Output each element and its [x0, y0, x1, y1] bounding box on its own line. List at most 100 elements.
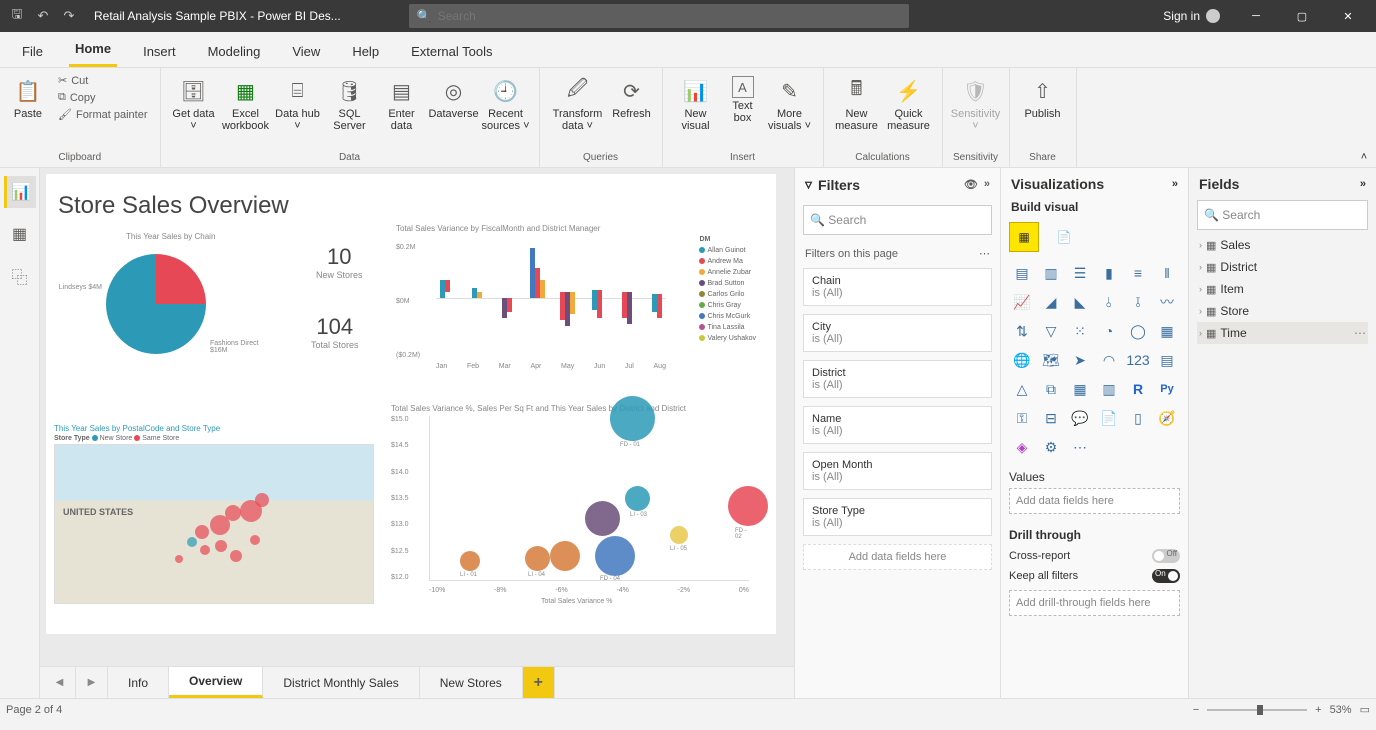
viz-matrix[interactable]: ▥	[1096, 376, 1122, 402]
viz-narrative[interactable]: 📄	[1096, 405, 1122, 431]
viz-filled-map[interactable]: 🗺	[1038, 347, 1064, 373]
publish-button[interactable]: ⇧Publish	[1018, 72, 1068, 120]
viz-multi-card[interactable]: ▤	[1154, 347, 1180, 373]
map-visual[interactable]: This Year Sales by PostalCode and Store …	[54, 424, 374, 604]
filter-district[interactable]: Districtis (All)	[803, 360, 992, 398]
tab-insert[interactable]: Insert	[137, 36, 182, 67]
save-icon[interactable]: 🖫	[8, 7, 26, 25]
viz-powerapps[interactable]: ◈	[1009, 434, 1035, 460]
page-tab-new-stores[interactable]: New Stores	[420, 667, 523, 698]
table-item[interactable]: ›▦Item	[1197, 278, 1368, 300]
viz-line-clustered[interactable]: ⫱	[1125, 289, 1151, 315]
viz-waterfall[interactable]: ⇅	[1009, 318, 1035, 344]
tab-home[interactable]: Home	[69, 33, 117, 67]
fit-page-icon[interactable]: ▭	[1360, 703, 1370, 716]
new-visual-button[interactable]: 📊New visual	[671, 72, 721, 132]
recent-sources-button[interactable]: 🕘Recent sources ˅	[481, 72, 531, 132]
add-page-button[interactable]: +	[523, 667, 555, 698]
minimize-button[interactable]: ─	[1236, 0, 1276, 32]
report-view-button[interactable]: 📊	[4, 176, 36, 208]
viz-scatter[interactable]: ⁙	[1067, 318, 1093, 344]
table-district[interactable]: ›▦District	[1197, 256, 1368, 278]
viz-line-column[interactable]: ⫰	[1096, 289, 1122, 315]
eye-icon[interactable]: 👁	[964, 178, 978, 191]
get-data-button[interactable]: 🗄Get data ˅	[169, 72, 219, 132]
transform-data-button[interactable]: 🖉Transform data ˅	[548, 72, 608, 132]
viz-slicer[interactable]: ⧉	[1038, 376, 1064, 402]
sensitivity-button[interactable]: 🛡Sensitivity˅	[951, 72, 1001, 132]
viz-ribbon[interactable]: 〰	[1154, 289, 1180, 315]
tab-help[interactable]: Help	[346, 36, 385, 67]
viz-funnel[interactable]: ▽	[1038, 318, 1064, 344]
redo-icon[interactable]: ↷	[60, 7, 78, 25]
copy-button[interactable]: ⧉Copy	[54, 89, 152, 106]
filter-city[interactable]: Cityis (All)	[803, 314, 992, 352]
data-hub-button[interactable]: ⌸Data hub ˅	[273, 72, 323, 132]
enter-data-button[interactable]: ▤Enter data	[377, 72, 427, 132]
more-icon[interactable]: ⋯	[979, 247, 990, 260]
refresh-button[interactable]: ⟳Refresh	[610, 72, 654, 120]
viz-gauge[interactable]: ◠	[1096, 347, 1122, 373]
sql-server-button[interactable]: 🛢SQL Server	[325, 72, 375, 132]
format-visual-tab[interactable]: 📄	[1049, 222, 1079, 252]
viz-py[interactable]: Py	[1154, 376, 1180, 402]
tab-modeling[interactable]: Modeling	[202, 36, 267, 67]
viz-automate[interactable]: ⚙	[1038, 434, 1064, 460]
viz-table[interactable]: ▦	[1067, 376, 1093, 402]
page-tab-info[interactable]: Info	[108, 667, 169, 698]
zoom-slider[interactable]	[1207, 709, 1307, 711]
viz-key-influencers[interactable]: ⚿	[1009, 405, 1035, 431]
table-store[interactable]: ›▦Store	[1197, 300, 1368, 322]
filter-chain[interactable]: Chainis (All)	[803, 268, 992, 306]
scatter-chart[interactable]: Total Sales Variance %, Sales Per Sq Ft …	[391, 404, 761, 604]
zoom-out-button[interactable]: −	[1193, 704, 1199, 716]
values-well[interactable]: Add data fields here	[1009, 488, 1180, 514]
viz-decomposition[interactable]: ⊟	[1038, 405, 1064, 431]
table-sales[interactable]: ›▦Sales	[1197, 234, 1368, 256]
viz-paginated[interactable]: ▯	[1125, 405, 1151, 431]
viz-clustered-column[interactable]: ▮	[1096, 260, 1122, 286]
tab-external-tools[interactable]: External Tools	[405, 36, 498, 67]
new-measure-button[interactable]: 🖩New measure	[832, 72, 882, 132]
zoom-in-button[interactable]: +	[1315, 704, 1321, 716]
data-view-button[interactable]: ▦	[4, 218, 36, 250]
drill-through-well[interactable]: Add drill-through fields here	[1009, 590, 1180, 616]
model-view-button[interactable]: ⿻	[4, 260, 36, 292]
text-box-button[interactable]: AText box	[723, 72, 763, 124]
excel-workbook-button[interactable]: ▦Excel workbook	[221, 72, 271, 132]
bar-chart[interactable]: Total Sales Variance by FiscalMonth and …	[396, 224, 756, 374]
fields-search[interactable]: 🔍 Search	[1197, 200, 1368, 230]
collapse-fields-icon[interactable]: »	[1360, 178, 1366, 190]
cut-button[interactable]: ✂Cut	[54, 72, 152, 89]
close-button[interactable]: ✕	[1328, 0, 1368, 32]
keep-filters-toggle[interactable]: On	[1152, 569, 1180, 583]
undo-icon[interactable]: ↶	[34, 7, 52, 25]
viz-pie[interactable]: ◔	[1096, 318, 1122, 344]
page-prev-button[interactable]: ◀	[44, 667, 76, 698]
viz-azure-map[interactable]: ➤	[1067, 347, 1093, 373]
more-visuals-button[interactable]: ✎More visuals ˅	[765, 72, 815, 132]
viz-map[interactable]: 🌐	[1009, 347, 1035, 373]
global-search-input[interactable]	[438, 9, 901, 23]
viz-more[interactable]: ⋯	[1067, 434, 1093, 460]
page-next-button[interactable]: ▶	[76, 667, 108, 698]
viz-stacked-column[interactable]: ▥	[1038, 260, 1064, 286]
quick-measure-button[interactable]: ⚡Quick measure	[884, 72, 934, 132]
build-visual-tab[interactable]: ▦	[1009, 222, 1039, 252]
viz-clustered-bar[interactable]: ☰	[1067, 260, 1093, 286]
format-painter-button[interactable]: 🖌Format painter	[54, 106, 152, 123]
more-icon[interactable]: ⋯	[1354, 326, 1366, 340]
kpi-new-stores[interactable]: 10 New Stores	[316, 244, 363, 280]
page-tab-district[interactable]: District Monthly Sales	[263, 667, 419, 698]
global-search[interactable]: 🔍	[409, 4, 909, 28]
table-time[interactable]: ›▦Time⋯	[1197, 322, 1368, 344]
filter-open-month[interactable]: Open Monthis (All)	[803, 452, 992, 490]
tab-file[interactable]: File	[16, 36, 49, 67]
viz-r[interactable]: R	[1125, 376, 1151, 402]
collapse-ribbon-button[interactable]: ˄	[1352, 68, 1376, 167]
kpi-total-stores[interactable]: 104 Total Stores	[311, 314, 359, 350]
maximize-button[interactable]: ▢	[1282, 0, 1322, 32]
viz-kpi[interactable]: △	[1009, 376, 1035, 402]
viz-stacked-area[interactable]: ◣	[1067, 289, 1093, 315]
viz-treemap[interactable]: ▦	[1154, 318, 1180, 344]
